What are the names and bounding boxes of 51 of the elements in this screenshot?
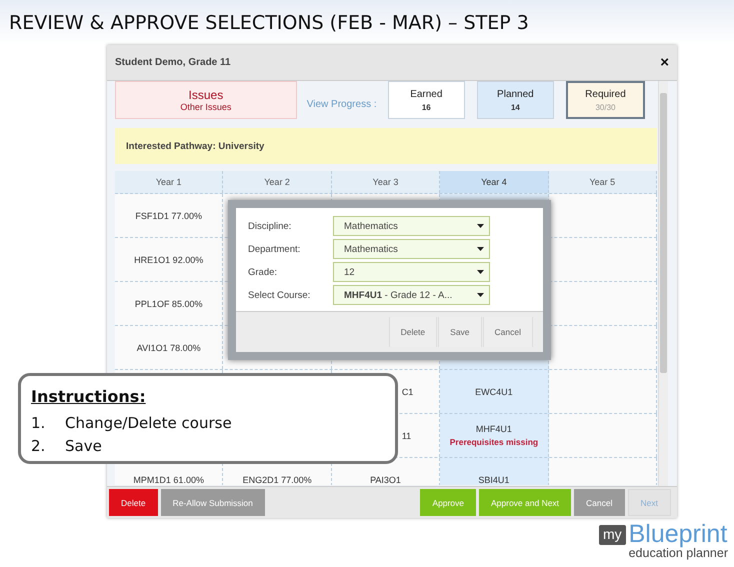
popup-button[interactable]: Delete [388,317,438,347]
course-text: HRE1O1 92.00% [134,254,204,264]
field-label: Department: [248,244,302,254]
close-button[interactable]: × [658,54,671,71]
logo-name: Blueprint [628,522,728,547]
stat-label: Required [585,88,626,100]
course-text: PAI3O1 [370,474,401,484]
popup-button[interactable]: Cancel [482,317,533,347]
issues-subtitle: Other Issues [180,102,232,112]
step-text: Save [65,436,102,457]
course-text: C1 [400,386,414,396]
column-header: Year 2 [223,171,332,193]
field-label: Select Course: [248,290,312,300]
dropdown-field[interactable]: Mathematics [333,239,490,259]
course-text: EWC4U1 [475,386,513,396]
logo-tagline: education planner [628,547,728,560]
course-text: MHF4U1 [476,424,512,434]
pathway-text: Interested Pathway: University [126,140,264,152]
field-label: Grade: [248,266,278,278]
dropdown-field[interactable]: 12 [333,262,490,282]
dialog-title: Student Demo, Grade 11 [115,57,231,68]
footer-button[interactable]: Re-Allow Submission [160,489,265,516]
step-text: Change/Delete course [65,413,232,434]
warning-text: Prerequisites missing [450,437,538,447]
popup-button[interactable]: Save [438,317,482,347]
logo-badge: my [598,525,626,545]
footer-button[interactable]: Delete [109,489,158,516]
stat-label: Earned [410,88,442,100]
stat-value: 14 [510,102,520,112]
stat-value: 16 [422,102,431,112]
footer-button[interactable]: Cancel [574,489,625,516]
course-text: AVI1O1 78.00% [136,342,201,352]
dropdown-field[interactable]: Mathematics [333,216,490,236]
dropdown-field[interactable]: MHF4U1 - Grade 12 - A... [333,285,490,305]
column-header: Year 5 [548,171,657,193]
stat-value: 30/30 [595,102,616,112]
step-number: 2. [31,436,46,457]
column-header: Year 1 [115,171,224,193]
course-text: PPL1OF 85.00% [134,298,202,308]
issues-title: Issues [188,88,224,102]
course-text: ENG2D1 77.00% [242,474,312,484]
course-text: 11 [400,430,412,440]
course-text: SBI4U1 [478,474,510,484]
view-progress-link[interactable]: View Progress : [306,98,388,110]
instructions-title: Instructions: [31,387,147,406]
column-header: Year 4 [440,171,549,193]
field-label: Discipline: [248,220,292,232]
course-text: MPM1D1 61.00% [133,474,204,484]
step-number: 1. [31,413,46,434]
course-text: FSF1D1 77.00% [135,210,202,220]
stat-label: Planned [497,88,534,100]
